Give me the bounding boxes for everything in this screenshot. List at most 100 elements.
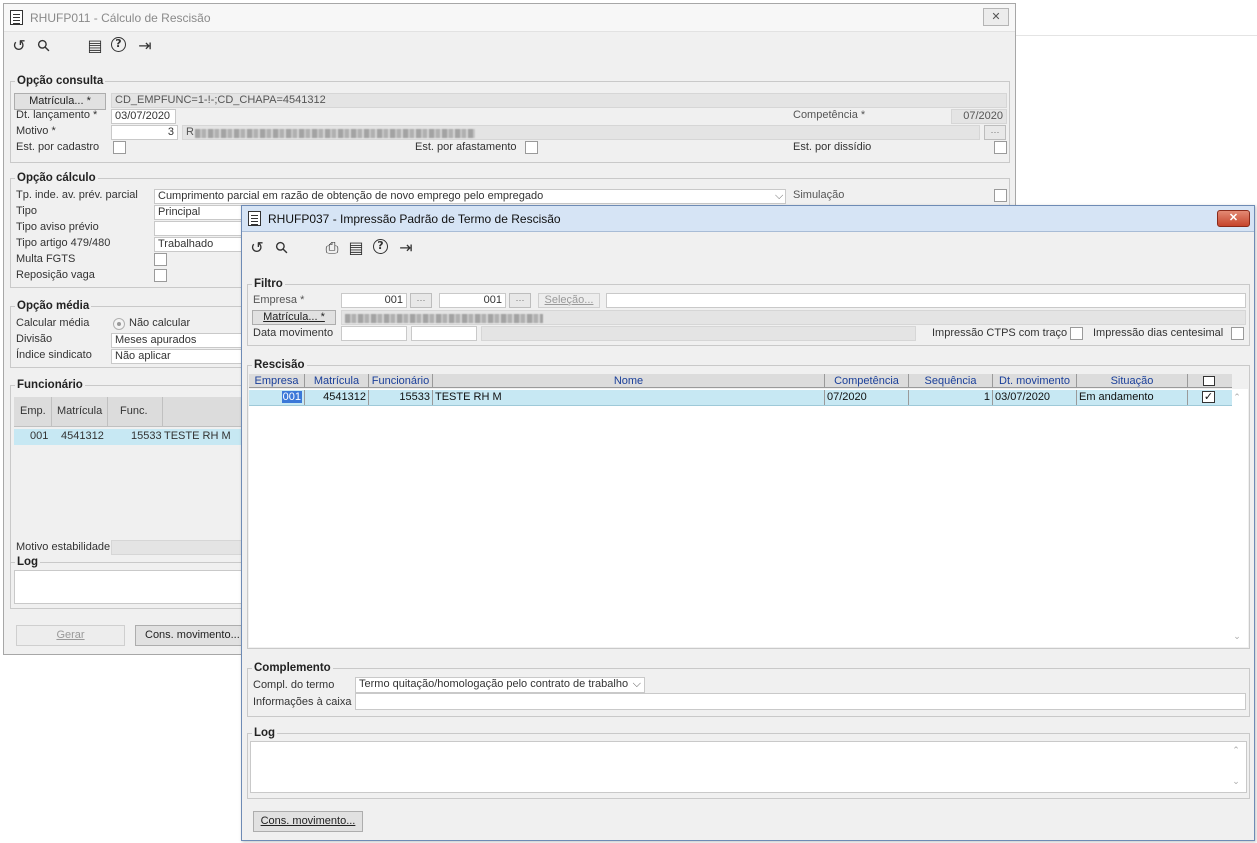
group-legend: Funcionário (17, 379, 83, 391)
col-empresa[interactable]: Empresa (249, 374, 305, 388)
tp-inde-select[interactable]: Cumprimento parcial em razão de obtenção… (154, 189, 786, 204)
calendar-icon[interactable]: ▤ (347, 239, 365, 257)
col-matricula[interactable]: Matrícula (305, 374, 369, 388)
data-movimento-to[interactable] (411, 326, 477, 341)
cell-dt-movimento[interactable]: 03/07/2020 (993, 390, 1077, 405)
log-area[interactable] (14, 570, 244, 604)
selecao-field[interactable] (606, 293, 1246, 308)
cell-select[interactable]: ✓ (1188, 390, 1232, 405)
col-situacao[interactable]: Situação (1077, 374, 1188, 388)
col-select-all[interactable] (1188, 374, 1232, 388)
calcular-radio[interactable] (113, 318, 125, 330)
background-separator (1016, 35, 1257, 36)
ctps-checkbox[interactable] (1070, 327, 1083, 340)
empresa-to-field[interactable]: 001 (439, 293, 506, 308)
search-icon[interactable]: ⚲ (31, 33, 56, 58)
data-movimento-label: Data movimento (253, 327, 334, 339)
close-button[interactable]: ✕ (983, 8, 1009, 26)
print-icon[interactable]: ⎙ (323, 239, 341, 257)
dt-lancamento-field[interactable]: 03/07/2020 (111, 109, 176, 124)
window-title: RHUFP037 - Impressão Padrão de Termo de … (268, 212, 561, 226)
row-checkbox[interactable]: ✓ (1202, 391, 1215, 403)
data-movimento-from[interactable] (341, 326, 407, 341)
cons-movimento-button[interactable]: Cons. movimento... (253, 811, 363, 832)
compl-termo-label: Compl. do termo (253, 679, 335, 691)
exit-icon[interactable]: ⇥ (136, 37, 154, 55)
multa-fgts-checkbox[interactable] (154, 253, 167, 266)
cell-empresa[interactable]: 001 (249, 390, 305, 405)
selecao-button[interactable]: Seleção... (538, 293, 600, 308)
window-titlebar: RHUFP037 - Impressão Padrão de Termo de … (242, 206, 1254, 232)
cell-sequencia[interactable]: 1 (909, 390, 993, 405)
empresa-to-lookup[interactable]: ⋯ (509, 293, 531, 308)
col-nome[interactable]: Nome (433, 374, 825, 388)
help-icon[interactable]: ? (111, 37, 126, 52)
col-sequencia[interactable]: Sequência (909, 374, 993, 388)
scroll-up-icon[interactable]: ⌃ (1231, 392, 1243, 404)
chevron-down-icon[interactable]: ⌵ (633, 678, 641, 691)
scroll-down-icon[interactable]: ⌄ (1231, 631, 1243, 643)
empresa-from-field[interactable]: 001 (341, 293, 407, 308)
help-icon[interactable]: ? (373, 239, 388, 254)
simulacao-checkbox[interactable] (994, 189, 1007, 202)
cons-movimento-button-back[interactable]: Cons. movimento... (135, 625, 245, 646)
col-competencia[interactable]: Competência (825, 374, 909, 388)
group-legend: Opção média (17, 300, 90, 312)
cell-situacao[interactable]: Em andamento (1077, 390, 1188, 405)
tipo-aviso-select[interactable] (154, 221, 244, 236)
search-icon[interactable]: ⚲ (269, 235, 294, 260)
cell-matricula: 4541312 (61, 430, 104, 442)
chevron-down-icon[interactable]: ⌵ (775, 190, 783, 203)
col-emp: Emp. (20, 405, 46, 417)
cell-func: 15533 (131, 430, 162, 442)
matricula-button[interactable]: Matrícula... * (14, 93, 106, 110)
blurred-text (195, 129, 475, 138)
window-title: RHUFP011 - Cálculo de Rescisão (30, 11, 211, 25)
table-row[interactable]: 001 4541312 15533 TESTE RH M 07/2020 1 0… (249, 390, 1232, 406)
close-button[interactable]: ✕ (1217, 210, 1250, 227)
motivo-lookup-button[interactable]: ⋯ (984, 125, 1006, 140)
empresa-from-lookup[interactable]: ⋯ (410, 293, 432, 308)
informacoes-caixa-field[interactable] (355, 693, 1246, 710)
selecao-label: Seleção... (544, 294, 594, 306)
calendar-icon[interactable]: ▤ (86, 37, 104, 55)
cell-nome[interactable]: TESTE RH M (433, 390, 825, 405)
col-funcionario[interactable]: Funcionário (369, 374, 433, 388)
cons-movimento-label: Cons. movimento... (260, 815, 356, 827)
compl-termo-value: Termo quitação/homologação pelo contrato… (359, 678, 629, 690)
matricula-filter-field[interactable]: CD_EMPFUNC=1-!-;CD_CHAPA=4541312 (111, 93, 1007, 108)
window-titlebar: RHUFP011 - Cálculo de Rescisão ✕ (4, 4, 1015, 32)
multa-fgts-label: Multa FGTS (16, 253, 76, 265)
group-legend: Complemento (254, 662, 331, 674)
exit-icon[interactable]: ⇥ (397, 239, 415, 257)
motivo-code-field[interactable]: 3 (111, 125, 178, 140)
matricula-button[interactable]: Matrícula... * (252, 310, 336, 325)
dias-centesimal-checkbox[interactable] (1231, 327, 1244, 340)
gerar-button[interactable]: Gerar (16, 625, 125, 646)
divisao-select[interactable]: Meses apurados (111, 333, 244, 348)
scroll-down-icon[interactable]: ⌄ (1230, 776, 1242, 788)
col-dt-movimento[interactable]: Dt. movimento (993, 374, 1077, 388)
reposicao-checkbox[interactable] (154, 269, 167, 282)
cell-matricula[interactable]: 4541312 (305, 390, 369, 405)
est-dissidio-checkbox[interactable] (994, 141, 1007, 154)
ctps-label: Impressão CTPS com traço (932, 327, 1068, 339)
tipo-artigo-select[interactable]: Trabalhado (154, 237, 244, 252)
log-area[interactable] (250, 741, 1247, 793)
est-afastamento-checkbox[interactable] (525, 141, 538, 154)
compl-termo-select[interactable]: Termo quitação/homologação pelo contrato… (355, 677, 645, 693)
cell-competencia[interactable]: 07/2020 (825, 390, 909, 405)
calcular-media-label: Calcular média (16, 317, 90, 329)
scroll-up-icon[interactable]: ⌃ (1230, 745, 1242, 757)
funcionario-row[interactable]: 001 4541312 15533 TESTE RH M (14, 429, 244, 445)
competencia-label: Competência * (793, 109, 866, 121)
est-cadastro-checkbox[interactable] (113, 141, 126, 154)
tp-inde-label: Tp. inde. av. prév. parcial (16, 189, 138, 201)
undo-icon[interactable]: ↺ (10, 37, 28, 55)
tipo-select[interactable]: Principal (154, 205, 244, 220)
select-all-checkbox[interactable] (1203, 376, 1215, 386)
cell-funcionario[interactable]: 15533 (369, 390, 433, 405)
group-legend: Opção consulta (17, 75, 104, 87)
undo-icon[interactable]: ↺ (248, 239, 266, 257)
indice-select[interactable]: Não aplicar (111, 349, 244, 364)
